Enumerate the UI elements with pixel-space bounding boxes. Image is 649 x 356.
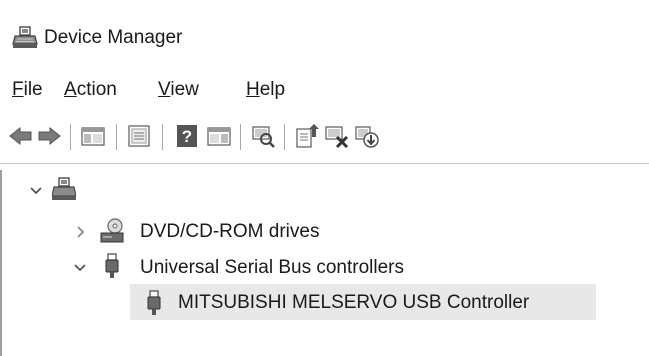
toolbar-separator bbox=[240, 124, 241, 150]
menu-action[interactable]: Action bbox=[64, 79, 117, 101]
tree-item-dvd-label[interactable]: DVD/CD-ROM drives bbox=[140, 221, 319, 243]
menu-file-label: ile bbox=[23, 79, 43, 100]
menu-help-label: elp bbox=[259, 79, 286, 100]
menu-view-accelerator: V bbox=[158, 79, 171, 100]
uninstall-device-icon[interactable] bbox=[324, 123, 350, 149]
menu-help[interactable]: Help bbox=[246, 79, 285, 101]
svg-text:?: ? bbox=[182, 127, 192, 146]
toolbar-separator bbox=[116, 124, 117, 150]
menu-view-label: iew bbox=[170, 79, 199, 100]
update-driver-icon[interactable] bbox=[294, 123, 320, 149]
tree-item-usb-label[interactable]: Universal Serial Bus controllers bbox=[140, 257, 404, 279]
chevron-right-icon[interactable] bbox=[72, 224, 88, 240]
chevron-down-icon[interactable] bbox=[72, 260, 88, 276]
help-icon[interactable]: ? bbox=[174, 123, 200, 149]
back-arrow-icon[interactable] bbox=[8, 123, 34, 149]
properties-icon[interactable] bbox=[126, 123, 152, 149]
chevron-down-icon[interactable] bbox=[28, 183, 44, 199]
toolbar-separator bbox=[162, 124, 163, 150]
menu-file[interactable]: File bbox=[12, 79, 43, 101]
tree-item-melservo-label[interactable]: MITSUBISHI MELSERVO USB Controller bbox=[178, 292, 529, 314]
toolbar-separator bbox=[70, 124, 71, 150]
dvd-drive-icon bbox=[100, 218, 124, 243]
menu-action-label: ction bbox=[76, 79, 117, 100]
menu-view[interactable]: View bbox=[158, 79, 199, 101]
scan-hardware-changes-icon[interactable] bbox=[250, 123, 276, 149]
menu-bar: File Action View Help bbox=[0, 74, 649, 106]
menu-help-accelerator: H bbox=[246, 79, 260, 100]
toolbar-separator bbox=[284, 124, 285, 150]
forward-arrow-icon[interactable] bbox=[36, 123, 62, 149]
menu-file-accelerator: F bbox=[12, 79, 24, 100]
show-hide-action-pane-icon[interactable] bbox=[206, 123, 232, 149]
usb-connector-icon bbox=[147, 290, 161, 315]
toolbar-divider bbox=[0, 163, 649, 164]
add-legacy-hardware-icon[interactable] bbox=[354, 123, 380, 149]
title-bar: Device Manager bbox=[0, 0, 649, 74]
menu-action-accelerator: A bbox=[64, 79, 77, 100]
show-hide-console-tree-icon[interactable] bbox=[80, 123, 106, 149]
window-title: Device Manager bbox=[44, 27, 183, 48]
computer-icon bbox=[52, 177, 76, 200]
usb-connector-icon bbox=[105, 253, 119, 278]
device-manager-icon bbox=[12, 26, 38, 48]
toolbar: ? bbox=[0, 116, 649, 156]
